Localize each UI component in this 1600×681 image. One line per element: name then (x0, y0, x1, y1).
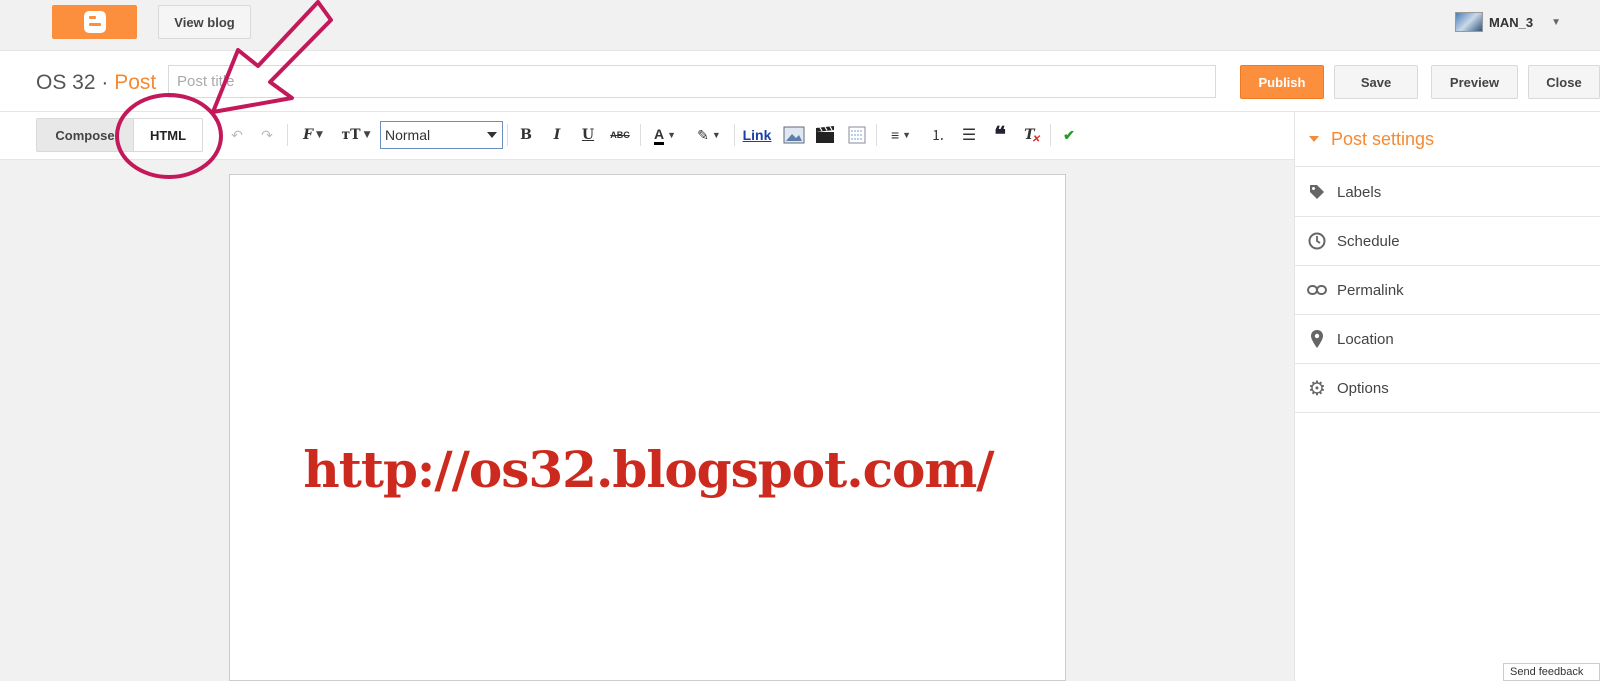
spellcheck-icon[interactable]: ✔ (1057, 124, 1081, 146)
sidebar-item-permalink[interactable]: Permalink (1295, 266, 1600, 315)
blogger-logo-button[interactable] (52, 5, 137, 39)
font-size-select[interactable]: Normal (380, 121, 503, 149)
text-size-icon[interactable]: тT ▼ (338, 124, 374, 146)
post-settings-sidebar: Post settings Labels Schedule Permalink … (1294, 112, 1600, 681)
chevron-down-icon (487, 132, 497, 138)
post-editor[interactable]: http://os32.blogspot.com/ (229, 174, 1066, 681)
compose-mode-button[interactable]: Compose (36, 118, 134, 152)
toolbar-divider (640, 124, 641, 146)
post-title-input[interactable] (168, 65, 1216, 98)
undo-icon[interactable]: ↶ (226, 124, 248, 146)
post-body-text: http://os32.blogspot.com/ (303, 440, 994, 499)
link-button[interactable]: Link (741, 124, 773, 146)
page-title: OS 32 · Post (36, 71, 156, 95)
sidebar-item-location[interactable]: Location (1295, 315, 1600, 364)
save-button[interactable]: Save (1334, 65, 1418, 99)
chevron-down-icon (1309, 136, 1319, 142)
toolbar-divider (1050, 124, 1051, 146)
sidebar-item-label: Location (1337, 330, 1394, 348)
preview-button[interactable]: Preview (1431, 65, 1518, 99)
quote-icon[interactable]: ❝ (988, 122, 1012, 147)
video-icon[interactable] (813, 124, 837, 146)
sidebar-item-label: Permalink (1337, 281, 1404, 299)
chevron-down-icon: ▼ (1551, 16, 1561, 28)
numbered-list-icon[interactable]: ⒈ (926, 124, 950, 146)
page-label: Post (114, 71, 157, 94)
clock-icon (1307, 231, 1327, 251)
blog-name: OS 32 (36, 71, 96, 94)
sidebar-item-label: Schedule (1337, 232, 1400, 250)
top-bar: View blog MAN_3 ▼ (0, 0, 1600, 51)
sidebar-item-label: Options (1337, 379, 1389, 397)
publish-button[interactable]: Publish (1240, 65, 1324, 99)
italic-icon[interactable]: I (546, 124, 568, 146)
html-mode-button[interactable]: HTML (133, 118, 203, 152)
image-icon[interactable] (782, 124, 806, 146)
font-icon[interactable]: F ▼ (296, 124, 330, 146)
sidebar-item-label: Labels (1337, 183, 1382, 201)
link-icon (1307, 280, 1327, 300)
toolbar-divider (507, 124, 508, 146)
editor-toolbar: Compose HTML ↶ ↷ F ▼ тT ▼ Normal B I U ABC… (0, 112, 1294, 160)
close-button[interactable]: Close (1528, 65, 1600, 99)
title-separator: · (101, 71, 109, 94)
align-icon[interactable]: ≡ ▼ (884, 124, 918, 146)
title-bar: OS 32 · Post Publish Save Preview Close (0, 51, 1600, 112)
sidebar-item-schedule[interactable]: Schedule (1295, 217, 1600, 266)
underline-icon[interactable]: U (577, 124, 599, 146)
font-size-value: Normal (385, 127, 431, 143)
toolbar-divider (876, 124, 877, 146)
strikethrough-icon[interactable]: ABC (607, 124, 633, 146)
post-settings-header[interactable]: Post settings (1295, 112, 1600, 167)
highlight-icon[interactable]: ✎ ▼ (692, 124, 726, 146)
sidebar-item-labels[interactable]: Labels (1295, 168, 1600, 217)
user-name: MAN_3 (1489, 14, 1534, 30)
text-color-icon[interactable]: A ▼ (648, 124, 682, 146)
tag-icon (1307, 182, 1327, 202)
bold-icon[interactable]: B (515, 124, 537, 146)
redo-icon[interactable]: ↷ (256, 124, 278, 146)
sidebar-item-options[interactable]: ⚙ Options (1295, 364, 1600, 413)
blogger-logo-icon (83, 11, 106, 33)
avatar (1455, 12, 1483, 32)
jump-break-icon[interactable] (845, 124, 869, 146)
toolbar-divider (734, 124, 735, 146)
remove-format-icon[interactable]: T ✕ (1020, 124, 1044, 146)
view-blog-button[interactable]: View blog (158, 5, 251, 39)
send-feedback-button[interactable]: Send feedback (1503, 663, 1600, 681)
user-menu[interactable]: MAN_3 ▼ (1455, 12, 1561, 32)
post-settings-label: Post settings (1331, 128, 1435, 149)
toolbar-divider (287, 124, 288, 146)
bullet-list-icon[interactable]: ☰ (957, 124, 981, 146)
pin-icon (1307, 329, 1327, 349)
gear-icon: ⚙ (1308, 377, 1326, 400)
